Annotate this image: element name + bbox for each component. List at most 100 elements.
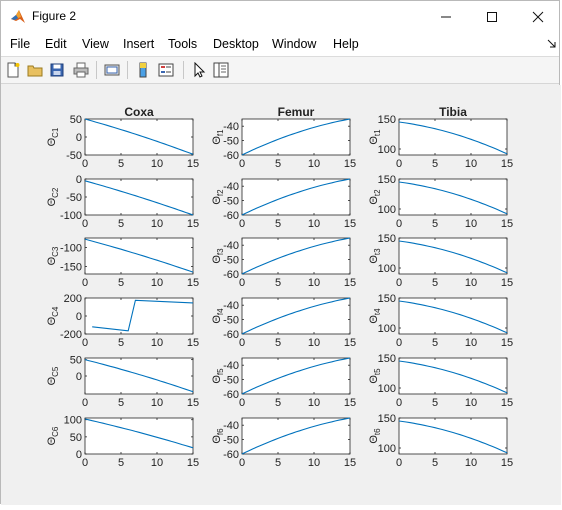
y-tick-label: -50 bbox=[223, 435, 239, 447]
edit-plot-button[interactable] bbox=[189, 60, 209, 80]
menu-edit[interactable]: Edit bbox=[45, 37, 67, 51]
subplot-title: Femur bbox=[278, 105, 315, 119]
y-tick-label: 0 bbox=[76, 174, 82, 186]
toolbar-separator bbox=[183, 61, 184, 79]
y-tick-label: -150 bbox=[60, 261, 82, 273]
open-file-button[interactable] bbox=[25, 60, 45, 80]
dock-arrow-icon[interactable] bbox=[547, 39, 557, 49]
y-tick-label: -100 bbox=[60, 210, 82, 222]
y-tick-label: 100 bbox=[378, 323, 396, 335]
y-tick-label: -200 bbox=[60, 329, 82, 341]
y-tick-label: -40 bbox=[223, 300, 239, 312]
toolbar bbox=[1, 57, 559, 84]
x-tick-label: 15 bbox=[187, 277, 199, 289]
y-tick-label: -50 bbox=[66, 150, 82, 162]
menu-insert[interactable]: Insert bbox=[123, 37, 154, 51]
save-icon bbox=[50, 63, 64, 77]
y-tick-label: 100 bbox=[378, 204, 396, 216]
y-tick-label: 100 bbox=[378, 263, 396, 275]
y-tick-label: 150 bbox=[378, 293, 396, 305]
y-tick-label: 0 bbox=[76, 132, 82, 144]
axes-box bbox=[84, 417, 194, 455]
y-axis-label: Θf1 bbox=[211, 129, 225, 145]
y-tick-label: -60 bbox=[223, 449, 239, 461]
maximize-button[interactable] bbox=[469, 1, 515, 33]
y-tick-label: 0 bbox=[76, 449, 82, 461]
x-tick-label: 15 bbox=[501, 397, 513, 409]
x-tick-label: 15 bbox=[344, 218, 356, 230]
y-axis-label: Θt2 bbox=[368, 189, 382, 205]
menu-view[interactable]: View bbox=[82, 37, 109, 51]
x-tick-label: 15 bbox=[501, 218, 513, 230]
x-tick-label: 0 bbox=[82, 277, 88, 289]
x-tick-label: 5 bbox=[275, 277, 281, 289]
x-tick-label: 5 bbox=[432, 337, 438, 349]
y-axis-label: Θt5 bbox=[368, 368, 382, 384]
x-tick-label: 5 bbox=[432, 397, 438, 409]
y-axis-label: Θf4 bbox=[211, 308, 225, 324]
y-tick-label: 100 bbox=[64, 415, 82, 427]
y-tick-label: -50 bbox=[223, 315, 239, 327]
x-tick-label: 0 bbox=[239, 277, 245, 289]
x-tick-label: 10 bbox=[151, 277, 163, 289]
menu-window[interactable]: Window bbox=[272, 37, 316, 51]
y-tick-label: 100 bbox=[378, 383, 396, 395]
x-tick-label: 15 bbox=[501, 277, 513, 289]
x-tick-label: 5 bbox=[118, 158, 124, 170]
y-axis-label: Θt6 bbox=[368, 428, 382, 444]
x-tick-label: 15 bbox=[344, 158, 356, 170]
menu-help[interactable]: Help bbox=[333, 37, 359, 51]
x-tick-label: 10 bbox=[308, 218, 320, 230]
x-tick-label: 15 bbox=[187, 158, 199, 170]
y-tick-label: -100 bbox=[60, 242, 82, 254]
menu-tools[interactable]: Tools bbox=[168, 37, 197, 51]
x-tick-label: 15 bbox=[344, 397, 356, 409]
y-tick-label: 150 bbox=[378, 413, 396, 425]
figure-canvas: 0 5 10 15 -50 0 50 ΘC1 Coxa 0 5 10 15 -60 -50 -40 Θf1 Fem… bbox=[1, 85, 561, 505]
y-tick-label: -40 bbox=[223, 240, 239, 252]
print-button[interactable] bbox=[71, 60, 91, 80]
x-tick-label: 0 bbox=[82, 158, 88, 170]
x-tick-label: 0 bbox=[396, 158, 402, 170]
x-tick-label: 0 bbox=[239, 457, 245, 469]
figure-window: Figure 2 File Edit View Insert Tools Des… bbox=[0, 0, 561, 505]
x-tick-label: 5 bbox=[275, 337, 281, 349]
y-axis-label: Θf5 bbox=[211, 368, 225, 384]
x-tick-label: 10 bbox=[465, 218, 477, 230]
x-tick-label: 5 bbox=[432, 277, 438, 289]
axes-box bbox=[241, 237, 351, 275]
insert-legend-button[interactable] bbox=[156, 60, 176, 80]
y-tick-label: 150 bbox=[378, 114, 396, 126]
x-tick-label: 10 bbox=[308, 337, 320, 349]
menu-desktop[interactable]: Desktop bbox=[213, 37, 259, 51]
x-tick-label: 10 bbox=[465, 457, 477, 469]
x-tick-label: 15 bbox=[344, 337, 356, 349]
y-tick-label: -40 bbox=[223, 181, 239, 193]
y-tick-label: -50 bbox=[66, 192, 82, 204]
y-tick-label: -50 bbox=[223, 196, 239, 208]
new-figure-button[interactable] bbox=[3, 60, 23, 80]
x-tick-label: 15 bbox=[187, 397, 199, 409]
y-tick-label: -50 bbox=[223, 136, 239, 148]
x-tick-label: 10 bbox=[151, 397, 163, 409]
axes-box bbox=[84, 297, 194, 335]
legend-icon bbox=[158, 63, 174, 77]
minimize-button[interactable] bbox=[423, 1, 469, 33]
y-tick-label: -60 bbox=[223, 269, 239, 281]
folder-icon bbox=[27, 65, 43, 77]
x-tick-label: 10 bbox=[308, 277, 320, 289]
subplot-grid: 0 5 10 15-50050ΘC1Coxa0 5 10 15-60-50-40Θf1Fem… bbox=[46, 105, 513, 469]
property-editor-button[interactable] bbox=[211, 60, 231, 80]
save-button[interactable] bbox=[47, 60, 67, 80]
menu-file[interactable]: File bbox=[10, 37, 30, 51]
x-tick-label: 5 bbox=[275, 397, 281, 409]
x-tick-label: 15 bbox=[501, 457, 513, 469]
print-preview-button[interactable] bbox=[102, 60, 122, 80]
insert-colorbar-button[interactable] bbox=[133, 60, 153, 80]
x-tick-label: 15 bbox=[344, 277, 356, 289]
x-tick-label: 5 bbox=[118, 337, 124, 349]
close-button[interactable] bbox=[515, 1, 561, 33]
x-tick-label: 0 bbox=[396, 218, 402, 230]
x-tick-label: 10 bbox=[151, 158, 163, 170]
y-tick-label: -40 bbox=[223, 420, 239, 432]
